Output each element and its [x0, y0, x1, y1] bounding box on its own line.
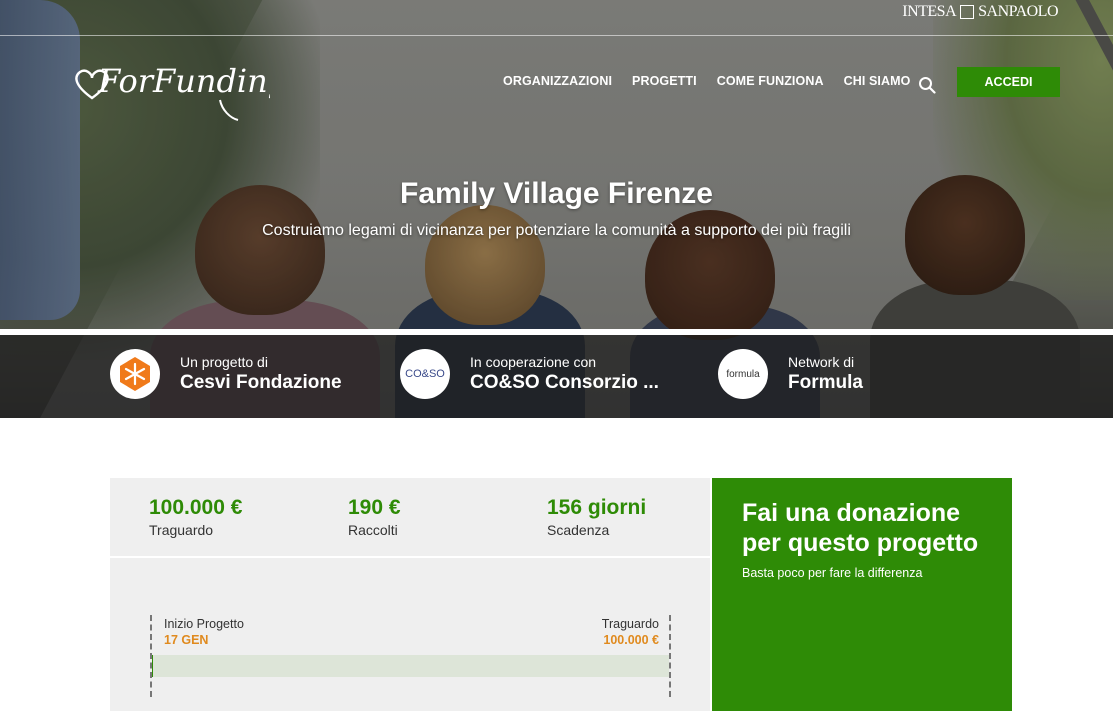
timeline-end-caption: Traguardo	[601, 617, 659, 631]
cesvi-logo	[110, 349, 160, 399]
timeline-end: Traguardo 100.000 €	[602, 617, 659, 647]
donate-panel[interactable]: Fai una donazione per questo progetto Ba…	[712, 478, 1012, 711]
formula-logo: formula	[718, 349, 768, 399]
donate-subtitle: Basta poco per fare la differenza	[742, 566, 923, 580]
stat-value: 190 €	[348, 496, 401, 519]
forfunding-logo[interactable]: ForFunding	[70, 48, 270, 124]
login-button[interactable]: ACCEDI	[957, 67, 1060, 97]
coso-logo: CO&SO	[400, 349, 450, 399]
page-title: Family Village Firenze	[400, 177, 713, 210]
logo-text: ForFunding	[97, 62, 270, 100]
nav-item-chi-siamo[interactable]: CHI SIAMO	[844, 74, 911, 88]
partner-cesvi[interactable]: Un progetto di Cesvi Fondazione	[110, 349, 342, 399]
timeline-start-caption: Inizio Progetto	[164, 617, 244, 631]
stat-goal: 100.000 € Traguardo	[149, 496, 242, 538]
stat-value: 100.000 €	[149, 496, 243, 519]
cesvi-hexagon-icon	[120, 357, 150, 391]
coso-logo-text: CO&SO	[405, 368, 445, 380]
nav-item-progetti[interactable]: PROGETTI	[632, 74, 697, 88]
partner-name: CO&SO Consorzio ...	[470, 371, 659, 393]
intesa-sanpaolo-logo[interactable]: INTESA SANPAOLO	[902, 3, 1058, 21]
nav-item-come-funziona[interactable]: COME FUNZIONA	[717, 74, 824, 88]
nav-item-organizzazioni[interactable]: ORGANIZZAZIONI	[503, 74, 612, 88]
bank-name-right: SANPAOLO	[978, 3, 1058, 20]
partner-caption: Network di	[788, 353, 855, 370]
top-bar: INTESA SANPAOLO	[0, 0, 1113, 36]
progress-bar	[152, 655, 669, 677]
stat-label: Raccolti	[348, 522, 398, 538]
partner-coso[interactable]: CO&SO In cooperazione con CO&SO Consorzi…	[400, 349, 659, 399]
timeline-start-value: 17 GEN	[164, 633, 209, 647]
stat-label: Traguardo	[149, 522, 214, 538]
search-icon[interactable]	[918, 76, 936, 94]
partner-name: Cesvi Fondazione	[180, 371, 342, 393]
partner-caption: In cooperazione con	[470, 353, 597, 370]
page-subtitle: Costruiamo legami di vicinanza per poten…	[262, 222, 851, 239]
timeline-end-value: 100.000 €	[603, 633, 659, 647]
bank-name-left: INTESA	[902, 3, 957, 20]
partner-caption: Un progetto di	[180, 353, 268, 370]
stat-value: 156 giorni	[547, 496, 647, 519]
stat-raised: 190 € Raccolti	[348, 496, 401, 538]
donate-title[interactable]: Fai una donazione per questo progetto	[742, 498, 982, 558]
timeline-end-marker	[669, 615, 671, 697]
main-nav: ORGANIZZAZIONI PROGETTI COME FUNZIONA CH…	[503, 74, 910, 88]
stats-summary: 100.000 € Traguardo 190 € Raccolti 156 g…	[110, 478, 710, 558]
progress-bar-fill	[152, 655, 153, 677]
formula-logo-text: formula	[726, 368, 760, 380]
stat-deadline: 156 giorni Scadenza	[547, 496, 646, 538]
timeline-start: Inizio Progetto 17 GEN	[164, 617, 244, 647]
partner-formula[interactable]: formula Network di Formula	[718, 349, 863, 399]
bank-emblem-icon	[960, 5, 975, 19]
project-stats-panel: 100.000 € Traguardo 190 € Raccolti 156 g…	[110, 478, 710, 711]
partner-name: Formula	[788, 371, 863, 393]
stat-label: Scadenza	[547, 522, 610, 538]
